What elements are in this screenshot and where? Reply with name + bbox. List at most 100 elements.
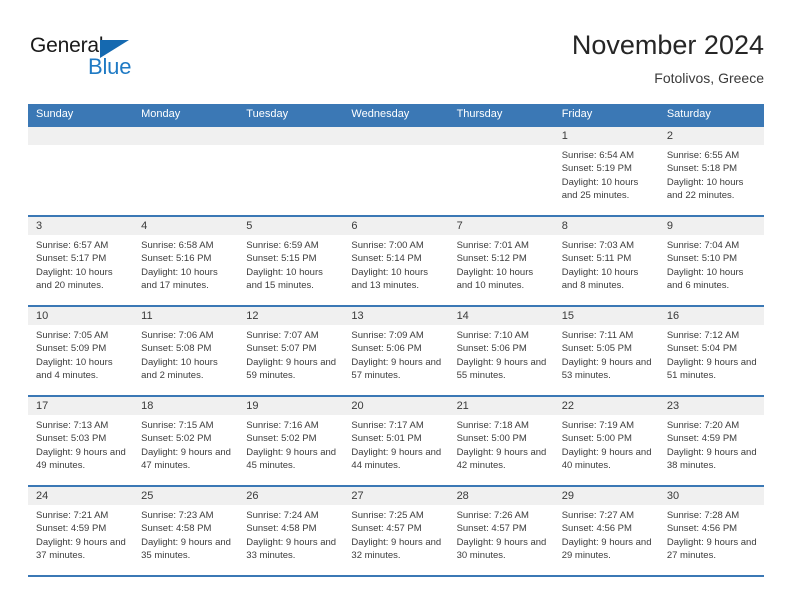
- daylight-text: Daylight: 9 hours and 32 minutes.: [351, 536, 442, 561]
- day-number: 19: [238, 397, 344, 415]
- daylight-text: Daylight: 9 hours and 44 minutes.: [351, 446, 442, 471]
- day-cell[interactable]: 23 Sunrise: 7:20 AM Sunset: 4:59 PM Dayligh…: [658, 397, 764, 485]
- sunset-text: Sunset: 5:16 PM: [141, 253, 212, 265]
- day-cell[interactable]: 28 Sunrise: 7:26 AM Sunset: 4:57 PM Dayligh…: [448, 487, 554, 575]
- day-cell[interactable]: 3 Sunrise: 6:57 AM Sunset: 5:17 PM Daylight…: [28, 217, 134, 305]
- day-details: Sunrise: 7:23 AM Sunset: 4:58 PM Daylight:…: [133, 505, 238, 562]
- week-row: 1 Sunrise: 6:54 AM Sunset: 5:19 PM Daylight…: [28, 125, 764, 215]
- day-cell[interactable]: 30 Sunrise: 7:28 AM Sunset: 4:56 PM Dayligh…: [658, 487, 764, 575]
- daylight-text: Daylight: 9 hours and 49 minutes.: [36, 446, 126, 471]
- daylight-text: Daylight: 9 hours and 51 minutes.: [666, 356, 757, 381]
- sunrise-text: Sunrise: 6:58 AM: [141, 240, 214, 251]
- day-cell[interactable]: 17 Sunrise: 7:13 AM Sunset: 5:03 PM Dayligh…: [28, 397, 134, 485]
- day-cell[interactable]: 13 Sunrise: 7:09 AM Sunset: 5:06 PM Dayligh…: [343, 307, 449, 395]
- day-cell[interactable]: 1 Sunrise: 6:54 AM Sunset: 5:19 PM Daylight…: [553, 127, 659, 215]
- sunset-text: Sunset: 5:10 PM: [666, 253, 738, 265]
- day-details: Sunrise: 7:06 AM Sunset: 5:08 PM Daylight:…: [133, 325, 238, 382]
- day-cell[interactable]: 5 Sunrise: 6:59 AM Sunset: 5:15 PM Daylight…: [238, 217, 344, 305]
- day-number: 16: [658, 307, 764, 325]
- day-cell[interactable]: 19 Sunrise: 7:16 AM Sunset: 5:02 PM Dayligh…: [238, 397, 344, 485]
- day-details: Sunrise: 7:04 AM Sunset: 5:10 PM Daylight:…: [659, 235, 764, 292]
- sunset-text: Sunset: 5:08 PM: [141, 343, 212, 355]
- day-details: Sunrise: 7:24 AM Sunset: 4:58 PM Daylight:…: [238, 505, 343, 562]
- sunrise-text: Sunrise: 7:10 AM: [456, 330, 529, 341]
- sunset-text: Sunset: 4:59 PM: [36, 523, 107, 535]
- day-details: Sunrise: 7:25 AM Sunset: 4:57 PM Daylight:…: [343, 505, 448, 562]
- daylight-text: Daylight: 10 hours and 15 minutes.: [246, 266, 323, 291]
- day-number: 28: [448, 487, 554, 505]
- sunrise-text: Sunrise: 7:18 AM: [456, 420, 529, 431]
- day-details: Sunrise: 6:55 AM Sunset: 5:18 PM Daylight:…: [659, 145, 764, 202]
- sunrise-text: Sunrise: 6:59 AM: [246, 240, 319, 251]
- sunrise-text: Sunrise: 7:11 AM: [561, 330, 634, 341]
- sunset-text: Sunset: 5:14 PM: [351, 253, 422, 265]
- day-number: 7: [448, 217, 554, 235]
- day-cell[interactable]: 20 Sunrise: 7:17 AM Sunset: 5:01 PM Dayligh…: [343, 397, 449, 485]
- day-cell[interactable]: 16 Sunrise: 7:12 AM Sunset: 5:04 PM Dayligh…: [658, 307, 764, 395]
- day-details: Sunrise: 7:12 AM Sunset: 5:04 PM Daylight:…: [659, 325, 764, 382]
- sunrise-text: Sunrise: 7:24 AM: [246, 510, 319, 521]
- day-number: 14: [448, 307, 554, 325]
- calendar-body: 1 Sunrise: 6:54 AM Sunset: 5:19 PM Daylight…: [28, 125, 764, 577]
- sunset-text: Sunset: 5:19 PM: [561, 163, 632, 175]
- day-cell[interactable]: 7 Sunrise: 7:01 AM Sunset: 5:12 PM Daylight…: [448, 217, 554, 305]
- day-cell[interactable]: 29 Sunrise: 7:27 AM Sunset: 4:56 PM Dayligh…: [553, 487, 659, 575]
- day-cell[interactable]: 22 Sunrise: 7:19 AM Sunset: 5:00 PM Dayligh…: [553, 397, 659, 485]
- sunrise-text: Sunrise: 7:13 AM: [36, 420, 109, 431]
- day-number: 18: [133, 397, 239, 415]
- week-row: 10 Sunrise: 7:05 AM Sunset: 5:09 PM Dayligh…: [28, 305, 764, 395]
- day-cell[interactable]: 26 Sunrise: 7:24 AM Sunset: 4:58 PM Dayligh…: [238, 487, 344, 575]
- day-number: 13: [343, 307, 449, 325]
- general-blue-logo[interactable]: General Blue: [28, 34, 208, 90]
- day-cell[interactable]: 6 Sunrise: 7:00 AM Sunset: 5:14 PM Daylight…: [343, 217, 449, 305]
- daylight-text: Daylight: 10 hours and 8 minutes.: [561, 266, 639, 291]
- day-number: [448, 127, 554, 145]
- day-details: Sunrise: 6:57 AM Sunset: 5:17 PM Daylight:…: [28, 235, 133, 292]
- day-cell[interactable]: 9 Sunrise: 7:04 AM Sunset: 5:10 PM Daylight…: [658, 217, 764, 305]
- day-details: Sunrise: 6:58 AM Sunset: 5:16 PM Daylight:…: [133, 235, 238, 292]
- day-cell[interactable]: 18 Sunrise: 7:15 AM Sunset: 5:02 PM Dayligh…: [133, 397, 239, 485]
- daylight-text: Daylight: 10 hours and 20 minutes.: [36, 266, 113, 291]
- day-cell[interactable]: 8 Sunrise: 7:03 AM Sunset: 5:11 PM Daylight…: [553, 217, 659, 305]
- day-cell[interactable]: 25 Sunrise: 7:23 AM Sunset: 4:58 PM Dayligh…: [133, 487, 239, 575]
- day-cell[interactable]: 27 Sunrise: 7:25 AM Sunset: 4:57 PM Dayligh…: [343, 487, 449, 575]
- day-cell[interactable]: 12 Sunrise: 7:07 AM Sunset: 5:07 PM Dayligh…: [238, 307, 344, 395]
- day-number: 22: [553, 397, 659, 415]
- day-details: Sunrise: 6:59 AM Sunset: 5:15 PM Daylight:…: [238, 235, 343, 292]
- daylight-text: Daylight: 9 hours and 35 minutes.: [141, 536, 231, 561]
- page-header: General Blue November 2024 Fotolivos, Gr…: [28, 28, 764, 100]
- sunrise-text: Sunrise: 7:16 AM: [246, 420, 319, 431]
- day-details: Sunrise: 7:17 AM Sunset: 5:01 PM Daylight:…: [343, 415, 448, 472]
- day-number: 6: [343, 217, 449, 235]
- week-row: 24 Sunrise: 7:21 AM Sunset: 4:59 PM Dayligh…: [28, 485, 764, 577]
- daylight-text: Daylight: 10 hours and 25 minutes.: [561, 176, 639, 201]
- day-details: Sunrise: 7:01 AM Sunset: 5:12 PM Daylight:…: [449, 235, 554, 292]
- day-cell[interactable]: 24 Sunrise: 7:21 AM Sunset: 4:59 PM Dayligh…: [28, 487, 134, 575]
- day-cell[interactable]: 10 Sunrise: 7:05 AM Sunset: 5:09 PM Dayligh…: [28, 307, 134, 395]
- day-details: Sunrise: 7:03 AM Sunset: 5:11 PM Daylight:…: [554, 235, 659, 292]
- day-cell[interactable]: 11 Sunrise: 7:06 AM Sunset: 5:08 PM Dayligh…: [133, 307, 239, 395]
- title-block: November 2024 Fotolivos, Greece: [572, 28, 764, 88]
- page-title: November 2024: [571, 30, 764, 60]
- day-cell[interactable]: 14 Sunrise: 7:10 AM Sunset: 5:06 PM Dayligh…: [448, 307, 554, 395]
- day-details: Sunrise: 7:28 AM Sunset: 4:56 PM Daylight:…: [659, 505, 764, 562]
- sunrise-text: Sunrise: 7:28 AM: [666, 510, 740, 521]
- day-details: Sunrise: 7:27 AM Sunset: 4:56 PM Daylight:…: [554, 505, 659, 562]
- sunrise-text: Sunrise: 7:12 AM: [666, 330, 740, 341]
- daylight-text: Daylight: 9 hours and 45 minutes.: [246, 446, 337, 471]
- day-cell[interactable]: 21 Sunrise: 7:18 AM Sunset: 5:00 PM Dayligh…: [448, 397, 554, 485]
- sunset-text: Sunset: 5:02 PM: [246, 433, 317, 445]
- day-number: 21: [448, 397, 554, 415]
- day-cell[interactable]: 2 Sunrise: 6:55 AM Sunset: 5:18 PM Daylight…: [658, 127, 764, 215]
- sunset-text: Sunset: 5:06 PM: [456, 343, 527, 355]
- day-cell[interactable]: 15 Sunrise: 7:11 AM Sunset: 5:05 PM Dayligh…: [553, 307, 659, 395]
- day-number: 1: [553, 127, 659, 145]
- daylight-text: Daylight: 9 hours and 29 minutes.: [561, 536, 652, 561]
- day-number: 23: [658, 397, 764, 415]
- daylight-text: Daylight: 9 hours and 33 minutes.: [246, 536, 337, 561]
- daylight-text: Daylight: 10 hours and 10 minutes.: [456, 266, 534, 291]
- daylight-text: Daylight: 9 hours and 53 minutes.: [561, 356, 652, 381]
- day-number: [28, 127, 134, 145]
- day-cell[interactable]: 4 Sunrise: 6:58 AM Sunset: 5:16 PM Daylight…: [133, 217, 239, 305]
- daylight-text: Daylight: 9 hours and 40 minutes.: [561, 446, 652, 471]
